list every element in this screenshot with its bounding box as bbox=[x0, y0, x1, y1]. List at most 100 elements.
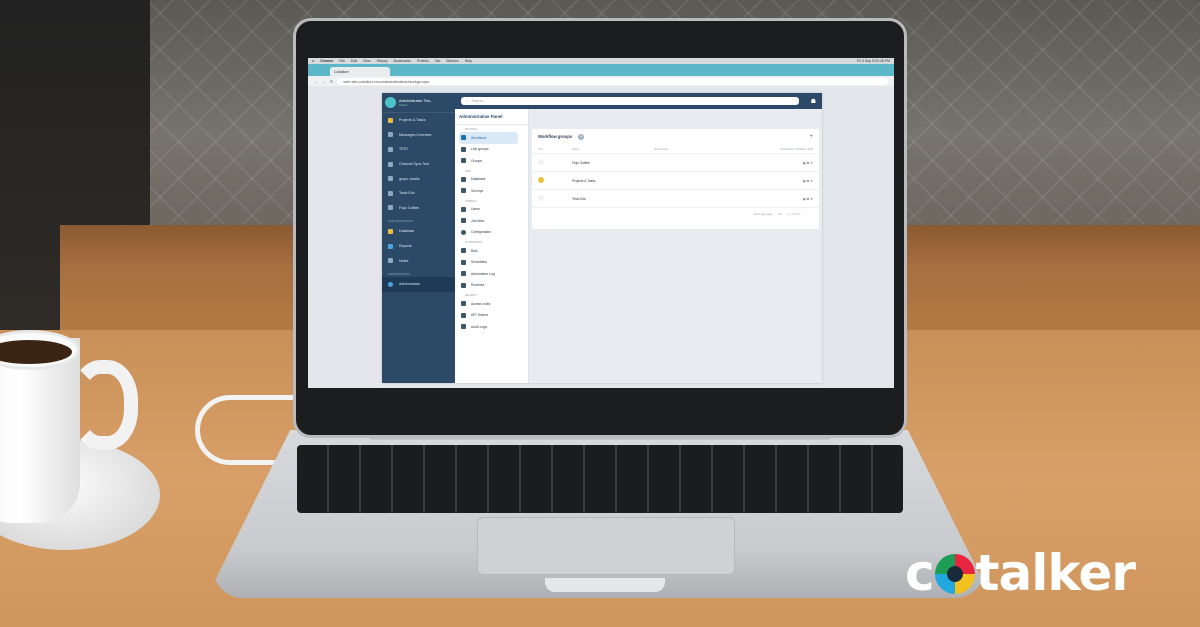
ap-section-automations: Automations bbox=[465, 241, 483, 244]
browser-tab[interactable]: Cotalker bbox=[330, 67, 390, 76]
sidebar-item-flujo[interactable]: Flujo Gotlieb bbox=[382, 201, 455, 216]
grid-icon bbox=[388, 146, 393, 152]
bot-icon bbox=[461, 248, 466, 254]
table-row[interactable]: Projects & Tasks ▤ ⚙ ✎ bbox=[532, 172, 819, 190]
sidebar-item-tests-edu[interactable]: Tests Edu bbox=[382, 186, 455, 201]
col-icon[interactable]: Icon bbox=[532, 147, 572, 151]
groups-icon bbox=[461, 158, 466, 164]
row-actions[interactable]: ▤ ⚙ ✎ bbox=[764, 197, 819, 201]
grid-icon bbox=[388, 176, 393, 182]
admin-panel-title: Administrative Panel bbox=[455, 109, 528, 125]
ap-item-groups[interactable]: Groups bbox=[455, 155, 528, 167]
laptop-screen: ● Chrome File Edit View History Bookmark… bbox=[308, 58, 894, 388]
col-name[interactable]: Name bbox=[572, 147, 654, 151]
menu-bookmarks[interactable]: Bookmarks bbox=[393, 59, 411, 63]
url-field[interactable]: web.dev.cotalker.com/administrative/work… bbox=[337, 77, 888, 85]
sidebar-item-label: TEST bbox=[399, 147, 409, 152]
ap-item-surveys[interactable]: Surveys bbox=[455, 185, 528, 197]
row-name: Flujo Gotlieb bbox=[572, 160, 590, 165]
menu-view[interactable]: View bbox=[363, 59, 371, 63]
items-per-page-select[interactable]: 10 bbox=[778, 212, 781, 216]
ap-item-bots[interactable]: Bots bbox=[455, 245, 528, 257]
menu-edit[interactable]: Edit bbox=[351, 59, 357, 63]
sidebar-item-channel-sync[interactable]: Channel Sync Test bbox=[382, 157, 455, 172]
ap-item-configuration[interactable]: Configuration bbox=[455, 227, 528, 239]
menu-file[interactable]: File bbox=[339, 59, 345, 63]
ap-item-access-roles[interactable]: Access roles bbox=[455, 298, 528, 310]
calendar-icon bbox=[461, 271, 466, 277]
search-input[interactable]: ⌕ Search bbox=[461, 97, 799, 105]
table-header: Icon Name Description Workflows / Defaul… bbox=[532, 144, 819, 154]
user-icon bbox=[461, 206, 466, 212]
items-per-page-label: Items per page bbox=[753, 212, 773, 216]
contacts-icon[interactable]: ☗ bbox=[811, 98, 816, 105]
row-name: Projects & Tasks bbox=[572, 178, 596, 183]
sidebar-item-grupo[interactable]: grupo chartis bbox=[382, 171, 455, 186]
sidebar-item-projects[interactable]: Projects & Tasks bbox=[382, 113, 455, 128]
reports-icon bbox=[388, 243, 393, 249]
next-page-icon[interactable]: › bbox=[812, 212, 813, 216]
row-actions[interactable]: ▤ ⚙ ✎ bbox=[764, 179, 819, 183]
table-row[interactable]: Flujo Gotlieb ▤ ⚙ ✎ bbox=[532, 154, 819, 172]
forward-icon[interactable]: → bbox=[322, 79, 326, 84]
grid-icon bbox=[388, 161, 393, 167]
sidebar-item-messages[interactable]: Messages Overview bbox=[382, 128, 455, 143]
survey-icon bbox=[461, 188, 466, 194]
trackpad bbox=[477, 517, 735, 575]
sidebar-item-notes[interactable]: Notes bbox=[382, 253, 455, 268]
sidebar-item-administrator[interactable]: Administrator bbox=[382, 276, 455, 292]
search-icon: ⌕ bbox=[466, 99, 469, 103]
user-header[interactable]: Administrator Tes.. Online bbox=[382, 93, 455, 113]
menu-window[interactable]: Window bbox=[446, 59, 458, 63]
col-description[interactable]: Description bbox=[654, 147, 764, 151]
browser-tabbar: Cotalker bbox=[308, 64, 894, 76]
group-icon bbox=[538, 159, 544, 165]
main-content: Workflow groups ? + Icon Name Descriptio… bbox=[529, 109, 822, 383]
logo-text-pre: c bbox=[905, 544, 935, 602]
ap-item-schedules[interactable]: Schedules bbox=[455, 257, 528, 269]
ap-item-label: Surveys bbox=[471, 188, 484, 193]
sidebar-item-database[interactable]: Database bbox=[382, 224, 455, 239]
laptop-notch bbox=[545, 578, 665, 592]
ap-item-label: Routines bbox=[471, 283, 485, 288]
logo-text-post: talker bbox=[975, 544, 1136, 602]
row-actions[interactable]: ▤ ⚙ ✎ bbox=[764, 161, 819, 165]
cup-handle bbox=[70, 360, 138, 450]
ap-item-job-titles[interactable]: Job titles bbox=[455, 215, 528, 227]
gear-icon bbox=[461, 229, 466, 235]
ap-item-label: Automation Log bbox=[471, 271, 495, 276]
prev-page-icon[interactable]: ‹ bbox=[805, 212, 806, 216]
sidebar-item-label: Tests Edu bbox=[399, 191, 415, 196]
ap-item-audit-logs[interactable]: Audit Logs bbox=[455, 321, 528, 333]
add-button[interactable]: + bbox=[809, 134, 813, 140]
ap-item-users[interactable]: Users bbox=[455, 204, 528, 216]
menu-profiles[interactable]: Profiles bbox=[417, 59, 429, 63]
ap-item-routines[interactable]: Routines bbox=[455, 280, 528, 292]
table-row[interactable]: Tests Edu ▤ ⚙ ✎ bbox=[532, 190, 819, 208]
ap-item-link-groups[interactable]: Link groups bbox=[455, 144, 528, 156]
sidebar-item-label: Reports bbox=[399, 244, 412, 249]
ap-item-automation-log[interactable]: Automation Log bbox=[455, 268, 528, 280]
page-title: Workflow groups bbox=[538, 134, 573, 139]
menu-tab[interactable]: Tab bbox=[435, 59, 441, 63]
card-header: Workflow groups ? + bbox=[532, 129, 819, 144]
link-icon bbox=[461, 146, 466, 152]
app-name[interactable]: Chrome bbox=[320, 59, 333, 63]
ap-item-workflows[interactable]: Workflows bbox=[459, 132, 518, 144]
sidebar-item-test[interactable]: TEST bbox=[382, 142, 455, 157]
ap-item-database[interactable]: Database bbox=[455, 174, 528, 186]
help-icon[interactable]: ? bbox=[578, 133, 585, 140]
menu-help[interactable]: Help bbox=[465, 59, 472, 63]
sidebar-item-reports[interactable]: Reports bbox=[382, 239, 455, 254]
ap-item-api-tokens[interactable]: API Tokens bbox=[455, 310, 528, 322]
ap-item-label: Groups bbox=[471, 158, 483, 163]
back-icon[interactable]: ← bbox=[314, 79, 318, 84]
cotalker-app: Administrator Tes.. Online Projects & Ta… bbox=[382, 93, 822, 383]
calendar-icon bbox=[461, 259, 466, 265]
grid-icon bbox=[388, 205, 393, 211]
apple-icon[interactable]: ● bbox=[312, 59, 314, 63]
reload-icon[interactable]: ↻ bbox=[330, 79, 333, 84]
menu-history[interactable]: History bbox=[377, 59, 388, 63]
tag-icon bbox=[461, 324, 466, 330]
key-icon bbox=[461, 312, 466, 318]
